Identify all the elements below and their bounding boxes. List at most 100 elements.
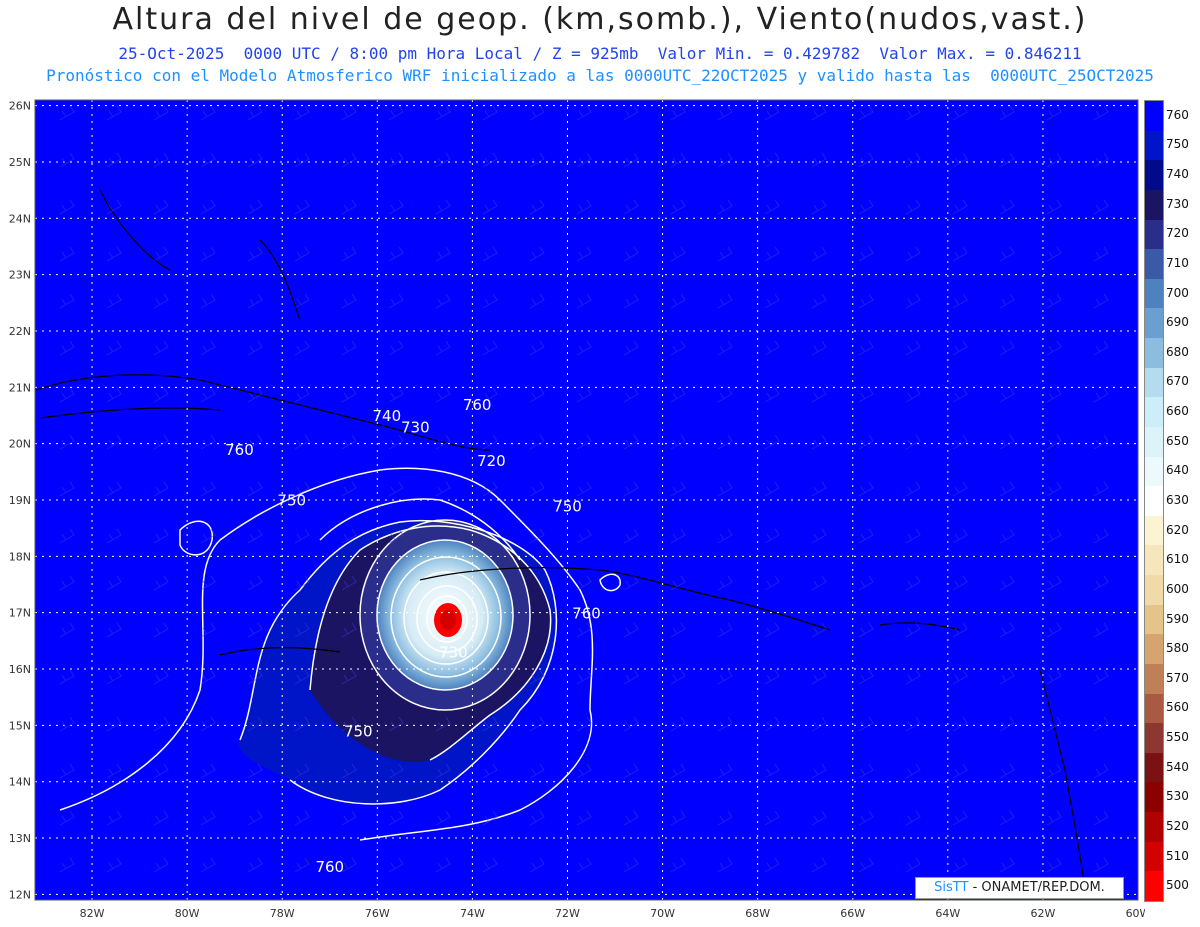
- color-scale-label: 670: [1166, 374, 1189, 389]
- credit-box: SisTT - ONAMET/REP.DOM.: [915, 877, 1124, 899]
- color-scale-segment: [1145, 249, 1163, 280]
- longitude-label: 70W: [650, 907, 675, 920]
- latitude-label: 16N: [9, 663, 31, 676]
- color-scale-label: 750: [1166, 137, 1189, 152]
- latitude-labels: 26N 25N 24N 23N 22N 21N 20N 19N 18N 17N 16N 15N 14N 1…: [9, 100, 31, 902]
- color-scale-segment: [1145, 634, 1163, 665]
- latitude-label: 25N: [9, 156, 31, 169]
- color-scale-label: 500: [1166, 878, 1189, 893]
- longitude-label: 68W: [745, 907, 770, 920]
- color-scale-label: 570: [1166, 670, 1189, 685]
- color-scale-segment: [1145, 663, 1163, 695]
- longitude-label: 60W: [1126, 907, 1145, 920]
- color-scale-segment: [1145, 367, 1163, 398]
- color-scale-segment: [1145, 604, 1163, 635]
- color-scale-label: 640: [1166, 463, 1189, 478]
- color-scale-label: 630: [1166, 493, 1189, 507]
- forecast-map: 760760740730720750 750760730750760 26N25N…: [9, 99, 1145, 927]
- color-scale-segment: [1145, 397, 1163, 428]
- latitude-label: 15N: [9, 719, 31, 732]
- color-scale-segment: [1145, 812, 1163, 843]
- color-scale-label: 700: [1166, 285, 1189, 300]
- color-scale-segment: [1145, 160, 1163, 191]
- latitude-label: 24N: [9, 212, 31, 225]
- latitude-label: 13N: [9, 832, 31, 845]
- color-scale-label: 720: [1166, 226, 1189, 241]
- contour-label: 750: [277, 492, 306, 510]
- color-scale-label: 560: [1166, 700, 1189, 715]
- color-scale-segment: [1145, 575, 1163, 606]
- latitude-label: 22N: [9, 325, 31, 338]
- credit-text: - ONAMET/REP.DOM.: [968, 880, 1105, 895]
- longitude-label: 82W: [80, 907, 105, 920]
- color-scale-label: 540: [1166, 759, 1189, 774]
- color-scale-segment: [1145, 723, 1163, 754]
- color-scale-label: 610: [1166, 552, 1189, 567]
- color-scale-label: 660: [1166, 404, 1189, 419]
- latitude-label: 26N: [9, 100, 31, 113]
- color-scale-label: 520: [1166, 818, 1189, 833]
- color-scale-label: 510: [1166, 848, 1189, 863]
- color-scale-label: 620: [1166, 522, 1189, 537]
- color-scale-label: 550: [1166, 730, 1189, 745]
- latitude-label: 20N: [9, 438, 31, 451]
- latitude-label: 17N: [9, 607, 31, 620]
- model-info-subtitle: Pronóstico con el Modelo Atmosferico WRF…: [46, 66, 1154, 85]
- contour-label: 760: [463, 396, 492, 414]
- contour-label: 730: [439, 644, 468, 662]
- contour-label: 760: [225, 441, 254, 459]
- color-scale-segment: [1145, 545, 1163, 576]
- color-scale-segment: [1145, 693, 1163, 724]
- latitude-label: 18N: [9, 550, 31, 563]
- color-scale-segment: [1145, 130, 1163, 161]
- latitude-label: 21N: [9, 381, 31, 394]
- color-scale-segment: [1145, 456, 1163, 487]
- color-scale-label: 530: [1166, 789, 1189, 804]
- color-scale-label: 580: [1166, 641, 1189, 656]
- color-scale-segment: [1145, 308, 1163, 339]
- color-scale-segment: [1145, 426, 1163, 458]
- color-scale-label: 690: [1166, 315, 1189, 330]
- longitude-label: 78W: [270, 907, 295, 920]
- latitude-label: 14N: [9, 776, 31, 789]
- longitude-label: 64W: [935, 907, 960, 920]
- latitude-label: 12N: [9, 888, 31, 901]
- color-scale-label: 730: [1166, 196, 1189, 211]
- color-scale-label: 710: [1166, 255, 1189, 270]
- contour-label: 730: [401, 418, 430, 436]
- color-scale-label: 650: [1166, 433, 1189, 448]
- contour-label: 740: [372, 407, 401, 425]
- contour-label: 760: [572, 604, 601, 622]
- color-scale-segment: [1145, 841, 1163, 872]
- color-scale-segment: [1145, 189, 1163, 220]
- color-scale-label: 600: [1166, 581, 1189, 596]
- longitude-label: 72W: [555, 907, 580, 920]
- longitude-label: 66W: [840, 907, 865, 920]
- longitude-label: 80W: [175, 907, 200, 920]
- latitude-label: 23N: [9, 269, 31, 282]
- color-scale-segment: [1145, 782, 1163, 813]
- latitude-label: 19N: [9, 494, 31, 507]
- color-scale-label: 740: [1166, 167, 1189, 182]
- longitude-labels: 82W 80W 78W 76W 74W 72W 70W 68W 66W 64W 62W 60W: [80, 907, 1145, 920]
- contour-label: 750: [553, 497, 582, 515]
- color-scale-label: 590: [1166, 611, 1189, 626]
- ocean-background: [35, 100, 1138, 900]
- color-scale-segment: [1145, 338, 1163, 369]
- contour-label: 750: [344, 723, 373, 741]
- chart-title: Altura del nivel de geop. (km,somb.), Vi…: [112, 2, 1088, 37]
- forecast-time-subtitle: 25-Oct-2025 0000 UTC / 8:00 pm Hora Loca…: [118, 44, 1082, 63]
- longitude-label: 74W: [460, 907, 485, 920]
- color-scale-label: 760: [1166, 107, 1189, 122]
- color-scale-label: 680: [1166, 344, 1189, 359]
- sistt-logo-text: SisTT: [934, 880, 969, 895]
- color-scale-segment: [1145, 219, 1163, 250]
- contour-label: 760: [315, 858, 344, 876]
- color-scale-segment: [1145, 278, 1163, 309]
- contour-label: 720: [477, 452, 506, 470]
- color-scale-segment: [1145, 871, 1163, 902]
- longitude-label: 62W: [1030, 907, 1055, 920]
- longitude-label: 76W: [365, 907, 390, 920]
- color-scale-segment: [1145, 486, 1163, 517]
- color-scale-segment: [1145, 752, 1163, 783]
